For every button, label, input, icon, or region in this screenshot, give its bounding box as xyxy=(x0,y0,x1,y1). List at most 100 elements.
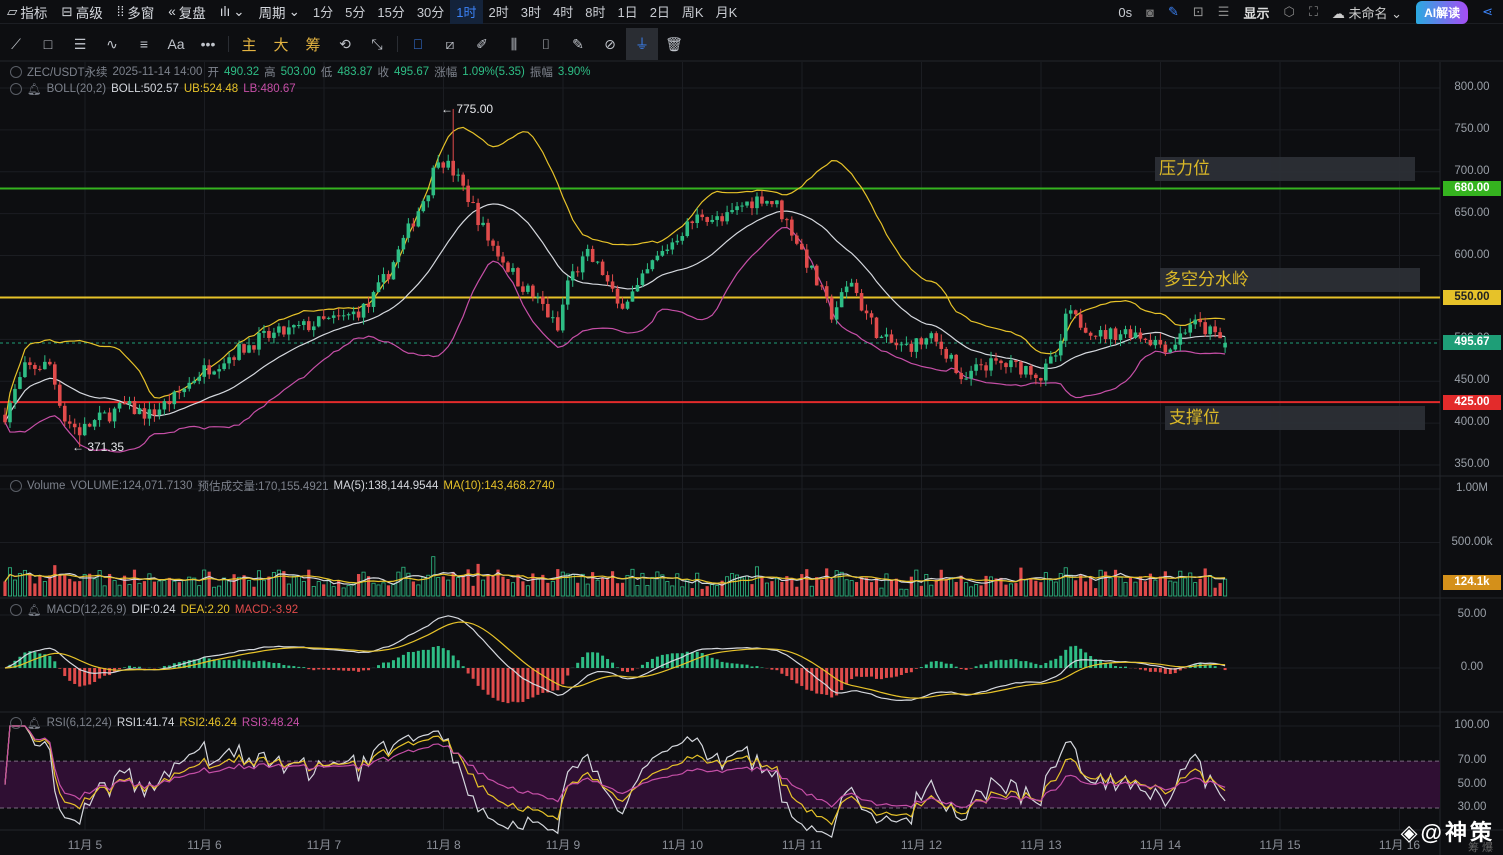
price-axis-label: 800.00 xyxy=(1454,81,1490,93)
macd-histogram-bar xyxy=(989,661,993,668)
collapse-icon[interactable] xyxy=(10,604,22,616)
price-axis-label: 600.00 xyxy=(1454,248,1490,261)
macd-histogram-bar xyxy=(381,662,385,668)
boll-header: 🔔︎ BOLL(20,2) BOLL:502.57 UB:524.48 LB:4… xyxy=(10,82,296,96)
collapse-icon[interactable] xyxy=(10,83,22,95)
volume-bar xyxy=(63,574,67,596)
candle-body xyxy=(197,376,202,381)
candle-body xyxy=(1049,356,1053,364)
candle-body xyxy=(356,311,361,318)
volume-bar xyxy=(68,578,72,596)
candle-body xyxy=(147,409,152,419)
volume-bar xyxy=(1023,579,1028,597)
macd-histogram-bar xyxy=(307,668,311,670)
macd-histogram-bar xyxy=(386,662,390,668)
macd-histogram-bar xyxy=(257,660,261,668)
level-price-tag: 680.00 xyxy=(1443,181,1501,197)
macd-histogram-bar xyxy=(347,668,351,671)
volume-bar xyxy=(1084,581,1088,596)
volume-bar xyxy=(137,582,142,597)
volume-bar xyxy=(854,582,859,596)
candle-body xyxy=(964,378,968,380)
volume-bar xyxy=(167,577,171,596)
bell-icon[interactable]: 🔔︎ xyxy=(27,603,42,617)
candle-body xyxy=(192,380,197,383)
macd-histogram-bar xyxy=(78,668,82,687)
volume-bar xyxy=(695,572,700,597)
candle-body xyxy=(919,338,924,345)
macd-histogram-bar xyxy=(426,649,430,668)
volume-bar xyxy=(491,576,495,596)
volume-bar xyxy=(316,581,321,597)
macd-histogram-bar xyxy=(1014,659,1018,668)
collapse-icon[interactable] xyxy=(10,66,22,78)
volume-bar xyxy=(650,576,655,597)
candle-body xyxy=(302,321,306,325)
candle-body xyxy=(436,162,441,168)
macd-histogram-bar xyxy=(511,668,515,702)
pivot-zone-label[interactable]: 多空分水岭 xyxy=(1160,268,1420,292)
volume-bar xyxy=(97,570,102,597)
volume-bar xyxy=(754,566,759,597)
candle-body xyxy=(824,286,829,298)
macd-histogram-bar xyxy=(934,661,938,668)
candle-body xyxy=(1029,366,1033,375)
candle-body xyxy=(909,343,914,352)
candle-body xyxy=(267,330,271,338)
support-zone-label[interactable]: 支撑位 xyxy=(1165,406,1425,430)
binance-logo-icon: ◈ xyxy=(1400,820,1421,845)
resistance-zone-label[interactable]: 压力位 xyxy=(1155,157,1415,181)
candle-body xyxy=(486,222,490,241)
volume-bar xyxy=(301,580,306,597)
macd-histogram-bar xyxy=(227,659,231,668)
volume-bar xyxy=(322,584,326,596)
candle-body xyxy=(994,358,998,361)
volume-bar xyxy=(725,576,730,597)
candle-body xyxy=(292,325,296,328)
macd-histogram-bar xyxy=(1049,660,1053,668)
candle-body xyxy=(341,315,346,317)
macd-histogram-bar xyxy=(556,668,560,691)
volume-bar xyxy=(899,588,904,597)
date-axis-label: 11月 15 xyxy=(1259,838,1301,852)
volume-bar xyxy=(28,573,32,596)
macd-histogram-bar xyxy=(466,668,470,674)
macd-histogram-bar xyxy=(715,659,719,668)
volume-bar xyxy=(12,579,17,597)
volume-bar xyxy=(556,569,560,596)
candle-body xyxy=(331,315,336,318)
collapse-icon[interactable] xyxy=(10,717,22,729)
volume-bar xyxy=(1208,575,1213,597)
candle-body xyxy=(879,336,884,339)
macd-histogram-bar xyxy=(1059,655,1063,668)
candle-body xyxy=(864,310,869,314)
candle-body xyxy=(889,334,894,343)
collapse-icon[interactable] xyxy=(10,480,22,492)
macd-histogram-bar xyxy=(476,668,480,686)
macd-histogram-bar xyxy=(406,651,410,668)
candle-body xyxy=(316,316,321,327)
macd-histogram-bar xyxy=(322,668,326,670)
macd-histogram-bar xyxy=(725,662,729,668)
candle-body xyxy=(546,303,550,318)
volume-bar xyxy=(1014,583,1018,596)
macd-histogram-bar xyxy=(591,652,595,668)
candle-body xyxy=(884,334,889,337)
candle-body xyxy=(277,326,281,333)
macd-axis-label: 50.00 xyxy=(1457,608,1487,620)
macd-histogram-bar xyxy=(745,664,749,668)
macd-histogram-bar xyxy=(1158,668,1162,673)
candle-body xyxy=(929,333,934,339)
macd-histogram-bar xyxy=(431,646,435,668)
macd-histogram-bar xyxy=(705,655,709,668)
volume-bar xyxy=(441,576,445,596)
macd-histogram-bar xyxy=(790,668,794,680)
candle-body xyxy=(765,201,769,204)
bell-icon[interactable]: 🔔︎ xyxy=(27,716,42,730)
macd-histogram-bar xyxy=(581,657,585,668)
candle-body xyxy=(262,330,266,333)
candle-body xyxy=(705,217,709,222)
bell-icon[interactable]: 🔔︎ xyxy=(27,82,42,96)
macd-histogram-bar xyxy=(1143,668,1147,671)
candle-body xyxy=(8,402,12,423)
